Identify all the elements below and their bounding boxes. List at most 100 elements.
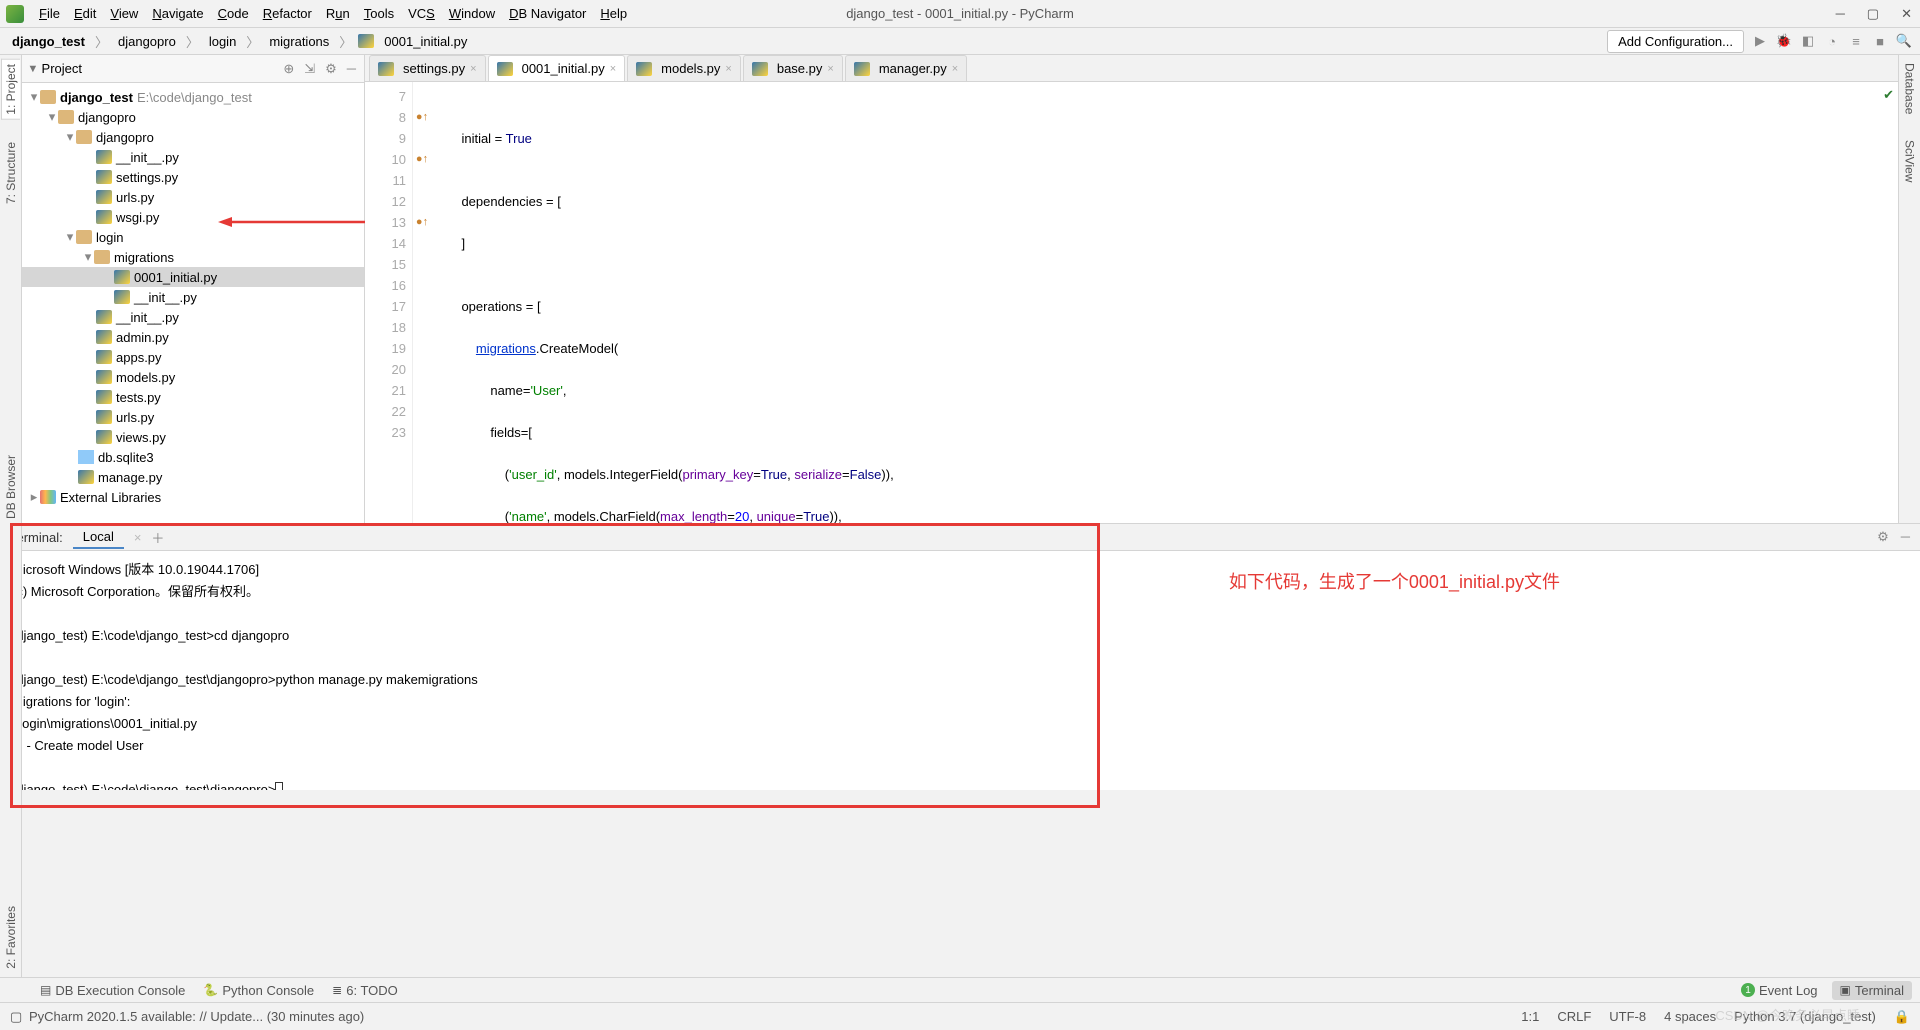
- search-icon[interactable]: 🔍: [1896, 33, 1912, 49]
- terminal-hide-icon[interactable]: ─: [1901, 529, 1910, 545]
- tab-dbbrowser[interactable]: DB Browser: [2, 451, 20, 523]
- maximize-icon[interactable]: ▢: [1867, 6, 1879, 22]
- app-logo-icon: [6, 5, 24, 23]
- tree-extlib[interactable]: External Libraries: [60, 490, 161, 505]
- tree-djangopro[interactable]: djangopro: [78, 110, 136, 125]
- terminal-body[interactable]: Microsoft Windows [版本 10.0.19044.1706] (…: [0, 551, 1920, 790]
- crumb-1[interactable]: djangopro: [114, 32, 180, 51]
- inspection-ok-icon[interactable]: ✔: [1883, 87, 1894, 103]
- menu-run[interactable]: Run: [319, 3, 357, 24]
- project-header-label[interactable]: Project: [30, 61, 82, 77]
- stop-icon[interactable]: ■: [1872, 33, 1888, 49]
- minimize-icon[interactable]: ─: [1836, 6, 1845, 22]
- tree-views[interactable]: views.py: [116, 430, 166, 445]
- tree-models[interactable]: models.py: [116, 370, 175, 385]
- new-terminal-icon[interactable]: ＋: [151, 528, 164, 547]
- crumb-3[interactable]: migrations: [265, 32, 333, 51]
- debug-icon[interactable]: 🐞: [1776, 33, 1792, 49]
- tab-structure[interactable]: 7: Structure: [2, 138, 20, 208]
- menu-file[interactable]: File: [32, 3, 67, 24]
- tab-todo[interactable]: ≣ 6: TODO: [332, 983, 398, 998]
- menu-window[interactable]: Window: [442, 3, 502, 24]
- close-tab-icon[interactable]: ×: [952, 63, 958, 75]
- menu-edit[interactable]: Edit: [67, 3, 103, 24]
- expand-icon[interactable]: ⇲: [304, 61, 315, 77]
- tab-0001-initial[interactable]: 0001_initial.py×: [488, 55, 626, 81]
- menu-code[interactable]: Code: [211, 3, 256, 24]
- tree-init[interactable]: __init__.py: [116, 150, 179, 165]
- tree-admin[interactable]: admin.py: [116, 330, 169, 345]
- terminal-tab-local[interactable]: Local: [73, 526, 124, 549]
- close-tab-icon[interactable]: ×: [725, 63, 731, 75]
- menu-dbnav[interactable]: DB Navigator: [502, 3, 593, 24]
- gear-icon[interactable]: ⚙: [325, 61, 337, 77]
- editor: settings.py× 0001_initial.py× models.py×…: [365, 55, 1898, 523]
- tree-login[interactable]: login: [96, 230, 123, 245]
- menu-tools[interactable]: Tools: [357, 3, 401, 24]
- crumb-file[interactable]: 0001_initial.py: [380, 32, 471, 51]
- tree-migrations[interactable]: migrations: [114, 250, 174, 265]
- status-message[interactable]: PyCharm 2020.1.5 available: // Update...…: [29, 1009, 364, 1024]
- menu-vcs[interactable]: VCS: [401, 3, 442, 24]
- concurrency-icon[interactable]: ≡: [1848, 33, 1864, 49]
- tab-base[interactable]: base.py×: [743, 55, 843, 81]
- tree-db[interactable]: db.sqlite3: [98, 450, 154, 465]
- crumb-project[interactable]: django_test: [8, 32, 89, 51]
- tree-wsgi[interactable]: wsgi.py: [116, 210, 159, 225]
- tree-manage[interactable]: manage.py: [98, 470, 162, 485]
- tab-settings[interactable]: settings.py×: [369, 55, 486, 81]
- tab-sciview[interactable]: SciView: [1901, 136, 1919, 186]
- tab-db-console[interactable]: ▤ DB Execution Console: [40, 983, 185, 998]
- close-tab-icon[interactable]: ×: [827, 63, 833, 75]
- tree-0001-initial[interactable]: 0001_initial.py: [134, 270, 217, 285]
- tree-settings[interactable]: settings.py: [116, 170, 178, 185]
- tree-tests[interactable]: tests.py: [116, 390, 161, 405]
- profile-icon[interactable]: ◔: [1824, 33, 1840, 49]
- tree-apps[interactable]: apps.py: [116, 350, 162, 365]
- watermark-text: CSDN @今晚务必早点睡: [1715, 1005, 1860, 1024]
- status-tool-icon[interactable]: ▢: [10, 1009, 22, 1025]
- tab-python-console[interactable]: 🐍 Python Console: [203, 983, 314, 998]
- close-tab-icon[interactable]: ×: [610, 63, 616, 75]
- tab-terminal[interactable]: ▣ Terminal: [1832, 981, 1912, 1000]
- bottom-toolbar: ▤ DB Execution Console 🐍 Python Console …: [0, 977, 1920, 1002]
- terminal-header: Terminal: Local × ＋ ⚙─: [0, 523, 1920, 551]
- terminal-gear-icon[interactable]: ⚙: [1877, 529, 1889, 545]
- add-configuration-button[interactable]: Add Configuration...: [1607, 30, 1744, 53]
- menu-navigate[interactable]: Navigate: [145, 3, 210, 24]
- editor-tabs: settings.py× 0001_initial.py× models.py×…: [365, 55, 1898, 82]
- window-title: django_test - 0001_initial.py - PyCharm: [846, 6, 1074, 21]
- tab-event-log[interactable]: 1 Event Log: [1741, 983, 1818, 998]
- tab-database[interactable]: Database: [1901, 59, 1919, 118]
- coverage-icon[interactable]: ◧: [1800, 33, 1816, 49]
- locate-icon[interactable]: ⊕: [283, 61, 294, 77]
- tree-djangopro2[interactable]: djangopro: [96, 130, 154, 145]
- close-tab-icon[interactable]: ×: [470, 63, 476, 75]
- tree-urls2[interactable]: urls.py: [116, 410, 154, 425]
- status-lock-icon[interactable]: 🔒: [1894, 1009, 1910, 1025]
- hide-icon[interactable]: ─: [347, 61, 356, 77]
- close-icon[interactable]: ✕: [1901, 6, 1912, 22]
- tree-root[interactable]: django_test: [60, 90, 133, 105]
- status-position[interactable]: 1:1: [1521, 1009, 1539, 1024]
- tree-init3[interactable]: __init__.py: [116, 310, 179, 325]
- crumb-2[interactable]: login: [205, 32, 240, 51]
- terminal-tab-close-icon[interactable]: ×: [134, 530, 142, 545]
- tab-models[interactable]: models.py×: [627, 55, 741, 81]
- tab-project[interactable]: 1: Project: [1, 59, 20, 120]
- tab-manager[interactable]: manager.py×: [845, 55, 967, 81]
- project-tree[interactable]: ▾django_testE:\code\django_test ▾djangop…: [22, 83, 364, 523]
- status-bar: ▢ PyCharm 2020.1.5 available: // Update.…: [0, 1002, 1920, 1030]
- tree-urls[interactable]: urls.py: [116, 190, 154, 205]
- run-icon[interactable]: ▶: [1752, 33, 1768, 49]
- status-indent[interactable]: 4 spaces: [1664, 1009, 1716, 1024]
- menu-view[interactable]: View: [103, 3, 145, 24]
- status-encoding[interactable]: UTF-8: [1609, 1009, 1646, 1024]
- terminal-cursor: [275, 782, 283, 790]
- annotation-text: 如下代码，生成了一个0001_initial.py文件: [1229, 568, 1560, 594]
- menu-refactor[interactable]: Refactor: [256, 3, 319, 24]
- status-lineend[interactable]: CRLF: [1557, 1009, 1591, 1024]
- tab-favorites[interactable]: 2: Favorites: [2, 902, 20, 973]
- menu-help[interactable]: Help: [593, 3, 634, 24]
- tree-init2[interactable]: __init__.py: [134, 290, 197, 305]
